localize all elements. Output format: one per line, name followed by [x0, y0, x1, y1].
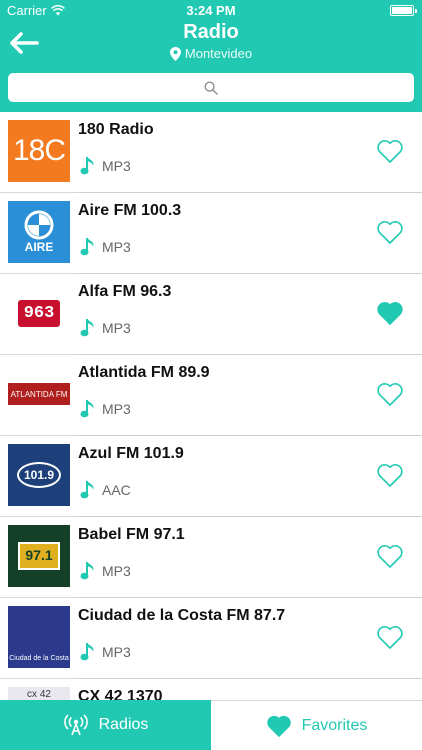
- music-note-icon: [80, 400, 94, 418]
- station-format: MP3: [80, 561, 131, 581]
- location-subtitle: Montevideo: [0, 46, 422, 61]
- station-row[interactable]: AIRE Aire FM 100.3 MP3: [0, 193, 422, 274]
- header: Carrier 3:24 PM Radio Montevideo: [0, 0, 422, 112]
- station-logo: cx 42: [8, 687, 70, 700]
- station-name: 180 Radio: [78, 121, 154, 138]
- station-row[interactable]: Ciudad de la Costa Ciudad de la Costa FM…: [0, 598, 422, 679]
- location-label: Montevideo: [184, 46, 253, 61]
- station-logo-text: cx 42: [27, 689, 51, 700]
- station-logo: Ciudad de la Costa: [8, 606, 70, 668]
- station-format: MP3: [80, 156, 131, 176]
- station-logo: AIRE: [8, 201, 70, 263]
- station-format-label: MP3: [102, 563, 131, 579]
- station-logo-text: 963: [23, 303, 55, 323]
- station-row[interactable]: cx 42 CX 42 1370: [0, 679, 422, 700]
- station-logo-text: 18C: [12, 134, 66, 167]
- station-logo: 97.1: [8, 525, 70, 587]
- station-logo: 963: [8, 282, 70, 344]
- status-time: 3:24 PM: [186, 3, 236, 18]
- station-format: AAC: [80, 480, 131, 500]
- station-row[interactable]: 101.9 Azul FM 101.9 AAC: [0, 436, 422, 517]
- music-note-icon: [80, 319, 94, 337]
- heart-icon[interactable]: [376, 219, 404, 245]
- station-format: MP3: [80, 237, 131, 257]
- station-format: MP3: [80, 399, 131, 419]
- heart-icon[interactable]: [376, 543, 404, 569]
- tab-favorites[interactable]: Favorites: [211, 700, 422, 750]
- station-format-label: MP3: [102, 401, 131, 417]
- station-format: MP3: [80, 318, 131, 338]
- station-format-label: MP3: [102, 239, 131, 255]
- station-row[interactable]: ATLANTIDA FM Atlantida FM 89.9 MP3: [0, 355, 422, 436]
- station-logo: 18C: [8, 120, 70, 182]
- station-row[interactable]: 18C 180 Radio MP3: [0, 112, 422, 193]
- station-logo: 101.9: [8, 444, 70, 506]
- search-input[interactable]: [8, 73, 414, 102]
- heart-icon[interactable]: [376, 138, 404, 164]
- station-name: Ciudad de la Costa FM 87.7: [78, 607, 286, 624]
- station-list: 18C 180 Radio MP3 AIRE Aire FM 100.3 MP3: [0, 112, 422, 700]
- station-format-label: AAC: [102, 482, 131, 498]
- station-logo-text: 97.1: [25, 547, 53, 563]
- music-note-icon: [80, 238, 94, 256]
- station-row[interactable]: 963 Alfa FM 96.3 MP3: [0, 274, 422, 355]
- location-pin-icon: [169, 46, 181, 61]
- battery-icon: [390, 5, 417, 16]
- tab-radios[interactable]: Radios: [0, 700, 211, 750]
- search-icon: [204, 80, 218, 95]
- tab-bar: Radios Favorites: [0, 700, 422, 750]
- tab-favorites-label: Favorites: [301, 716, 368, 734]
- station-name: Azul FM 101.9: [78, 445, 184, 462]
- heart-icon[interactable]: [376, 300, 404, 326]
- radio-tower-icon: [63, 714, 88, 736]
- station-name: CX 42 1370: [78, 688, 163, 700]
- aire-emblem-icon: [24, 210, 54, 240]
- music-note-icon: [80, 481, 94, 499]
- tab-radios-label: Radios: [98, 716, 149, 733]
- radio-screen: Carrier 3:24 PM Radio Montevideo 18C 180…: [0, 0, 422, 750]
- station-name: Alfa FM 96.3: [78, 283, 172, 300]
- station-logo-text: AIRE: [24, 240, 54, 254]
- page-title: Radio: [183, 21, 239, 43]
- station-name: Atlantida FM 89.9: [78, 364, 210, 381]
- station-logo: ATLANTIDA FM: [8, 363, 70, 425]
- station-row[interactable]: 97.1 Babel FM 97.1 MP3: [0, 517, 422, 598]
- station-logo-text: Ciudad de la Costa: [9, 655, 69, 662]
- station-name: Babel FM 97.1: [78, 526, 185, 543]
- heart-icon[interactable]: [376, 624, 404, 650]
- station-logo-text: ATLANTIDA FM: [10, 389, 68, 399]
- station-format-label: MP3: [102, 644, 131, 660]
- station-format-label: MP3: [102, 320, 131, 336]
- music-note-icon: [80, 562, 94, 580]
- heart-icon[interactable]: [376, 462, 404, 488]
- station-name: Aire FM 100.3: [78, 202, 182, 219]
- music-note-icon: [80, 643, 94, 661]
- status-bar: Carrier 3:24 PM: [0, 0, 422, 20]
- station-format-label: MP3: [102, 158, 131, 174]
- station-format: MP3: [80, 642, 131, 662]
- heart-icon: [266, 715, 291, 737]
- heart-icon[interactable]: [376, 381, 404, 407]
- station-logo-text: 101.9: [23, 468, 55, 482]
- music-note-icon: [80, 157, 94, 175]
